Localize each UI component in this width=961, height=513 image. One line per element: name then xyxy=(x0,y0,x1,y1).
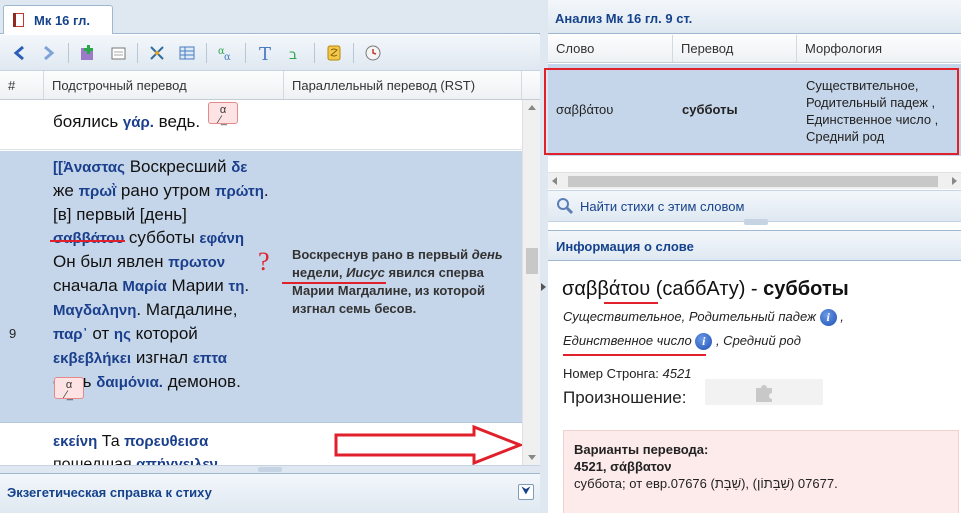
expand-chevron-icon[interactable]: ⮟ xyxy=(518,484,534,500)
red-underline xyxy=(604,302,658,304)
scrollbar-thumb[interactable] xyxy=(526,248,538,274)
book-icon xyxy=(12,12,26,28)
word-info-panel: Информация о слове σαββάτου (саббАту) - … xyxy=(548,230,961,513)
greek-word[interactable]: γάρ. xyxy=(123,114,154,131)
column-parallel[interactable]: Параллельный перевод (RST) xyxy=(284,71,522,99)
collapse-arrow-icon[interactable] xyxy=(541,283,546,291)
exegesis-panel-header[interactable]: Экзегетическая справка к стиху ⮟ xyxy=(0,473,540,513)
horizontal-splitter[interactable] xyxy=(0,465,540,473)
tools-icon[interactable] xyxy=(146,42,168,64)
question-mark-annotation: ? xyxy=(258,247,270,276)
font-icon[interactable]: T xyxy=(254,42,276,64)
translation-variants: Варианты перевода: 4521, σάββατον суббот… xyxy=(563,430,959,513)
info-icon[interactable]: i xyxy=(819,309,837,327)
tab-bar: Мк 16 гл. xyxy=(0,0,540,34)
back-arrow-icon[interactable] xyxy=(8,42,30,64)
puzzle-icon xyxy=(756,385,772,402)
clock-icon[interactable] xyxy=(362,42,384,64)
scroll-icon[interactable] xyxy=(323,42,345,64)
verse-number: 9 xyxy=(9,326,17,341)
exegesis-title: Экзегетическая справка к стиху xyxy=(7,485,212,500)
find-verses-button[interactable]: Найти стихи с этим словом xyxy=(548,190,961,225)
word-info-title: Информация о слове xyxy=(548,231,961,261)
vertical-scrollbar[interactable] xyxy=(522,100,540,465)
table-row-selected[interactable]: 9 [[Ἀναστας Воскресший δε же πρωῒ рано у… xyxy=(0,151,522,465)
red-underline xyxy=(50,240,125,242)
strong-number: Номер Стронга: 4521 xyxy=(563,366,692,381)
scroll-up-arrow-icon[interactable] xyxy=(528,105,536,110)
column-translation[interactable]: Перевод xyxy=(673,35,797,62)
word-heading: σαββάτου (саббАту) - субботы xyxy=(562,278,849,301)
red-underline xyxy=(563,354,706,356)
horizontal-scrollbar[interactable] xyxy=(548,172,961,189)
red-underline xyxy=(282,282,386,284)
bible-text-panel: Мк 16 гл. αα T ב # Подстрочный перевод П… xyxy=(0,0,540,513)
table-row[interactable]: боялись γάρ. ведь. α ⁄_ xyxy=(0,100,522,150)
scroll-left-arrow-icon[interactable] xyxy=(552,177,557,185)
scrollbar-thumb[interactable] xyxy=(568,176,938,187)
greek-analysis-icon[interactable]: α ⁄_ xyxy=(54,377,84,401)
info-icon[interactable]: i xyxy=(695,333,713,351)
app-window: Мк 16 гл. αα T ב # Подстрочный перевод П… xyxy=(0,0,961,513)
interlinear-text: [[Ἀναστας Воскресший δε же πρωῒ рано утр… xyxy=(53,157,269,391)
analysis-grid-header: Слово Перевод Морфология xyxy=(548,35,961,63)
hebrew-icon[interactable]: ב xyxy=(284,42,306,64)
forward-arrow-icon[interactable] xyxy=(38,42,60,64)
scroll-right-arrow-icon[interactable] xyxy=(952,177,957,185)
toolbar: αα T ב xyxy=(0,35,540,71)
column-number[interactable]: # xyxy=(0,71,44,99)
greek-lexicon-icon[interactable]: αα xyxy=(215,42,237,64)
red-highlight-box xyxy=(544,68,959,155)
greek-word-sabbatou[interactable]: σαββάτου xyxy=(53,230,124,247)
verse-grid: боялись γάρ. ведь. α ⁄_ 9 [[Ἀναστας Воскр… xyxy=(0,100,522,465)
word-translation: субботы xyxy=(763,278,849,300)
note-icon[interactable] xyxy=(107,42,129,64)
search-icon xyxy=(557,198,574,215)
find-label: Найти стихи с этим словом xyxy=(580,198,745,214)
table-icon[interactable] xyxy=(176,42,198,64)
tab-mark-16[interactable]: Мк 16 гл. xyxy=(3,5,113,34)
grid-header: # Подстрочный перевод Параллельный перев… xyxy=(0,71,540,100)
column-morphology[interactable]: Морфология xyxy=(797,35,961,62)
analysis-title: Анализ Мк 16 гл. 9 ст. xyxy=(548,0,961,34)
word-greek: σαββάτου xyxy=(562,278,651,300)
svg-text:α: α xyxy=(224,52,231,62)
scroll-down-arrow-icon[interactable] xyxy=(528,455,536,460)
column-interlinear[interactable]: Подстрочный перевод xyxy=(44,71,284,99)
table-row[interactable]: εκείνη Та πορευθεισα пошедшая απήγγειλεν xyxy=(0,424,522,465)
word-translit: (саббАту) - xyxy=(655,278,758,300)
word-morphology: Существительное, Родительный падеж i , Е… xyxy=(563,309,844,351)
tab-title: Мк 16 гл. xyxy=(34,12,90,28)
svg-text:ב: ב xyxy=(289,47,297,62)
add-bookmark-icon[interactable] xyxy=(77,42,99,64)
pronunciation-label: Произношение: xyxy=(563,388,687,407)
column-word[interactable]: Слово xyxy=(548,35,673,62)
audio-plugin[interactable] xyxy=(705,379,823,405)
svg-text:T: T xyxy=(259,44,271,62)
greek-analysis-icon[interactable]: α ⁄_ xyxy=(208,102,238,126)
